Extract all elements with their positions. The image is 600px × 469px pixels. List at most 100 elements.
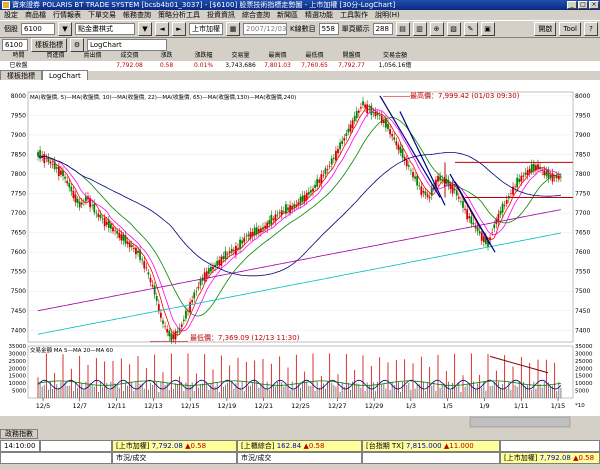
candle-body: [530, 164, 533, 173]
candle-body: [314, 184, 316, 188]
draw-icon[interactable]: ✎: [463, 22, 478, 36]
maximize-button[interactable]: □: [578, 1, 588, 9]
candle-body: [470, 216, 473, 224]
candle-body: [239, 239, 241, 249]
close-button[interactable]: ×: [589, 1, 599, 9]
candle-body: [437, 175, 439, 182]
y-tick-left: 7600: [11, 249, 26, 256]
candle-body: [66, 180, 69, 184]
candle-body: [278, 212, 281, 214]
candle-body: [357, 110, 360, 113]
zoom-icon[interactable]: ⊕: [429, 22, 444, 36]
y-tick-left: 7650: [11, 230, 26, 237]
candle-body: [464, 208, 466, 210]
next-icon[interactable]: ►: [172, 22, 186, 36]
candle-body: [478, 231, 481, 234]
candle-icon[interactable]: ▥: [412, 22, 427, 36]
candle-body: [72, 190, 75, 199]
k-count-input[interactable]: 558: [318, 23, 339, 35]
menu-item-invest-info[interactable]: 投資資訊: [207, 10, 235, 20]
vol-tick-left: 10000: [9, 381, 27, 387]
status-futures: [台指期 TX] 7,815.000 ▲11.000: [362, 440, 500, 452]
candle-body: [287, 207, 289, 211]
candle-body: [528, 168, 531, 173]
candle-body: [120, 234, 123, 241]
ruler-icon[interactable]: ▧: [446, 22, 461, 36]
y-tick-right: 7500: [575, 288, 590, 295]
dropdown-arrow-icon[interactable]: ▼: [138, 22, 152, 36]
symbol-input[interactable]: 6100: [21, 23, 55, 35]
candle-body: [270, 214, 273, 225]
candle-body: [399, 146, 402, 153]
header-ask: 賣出價: [83, 52, 102, 59]
status-index-label[interactable]: 政務指數: [0, 428, 38, 439]
chart-type-icon[interactable]: ▤: [395, 22, 410, 36]
candle-body: [330, 158, 333, 165]
period-select[interactable]: 上市加權: [189, 23, 223, 35]
candle-body: [499, 210, 502, 215]
chart-mode-select[interactable]: LogChart: [87, 38, 167, 51]
candle-body: [414, 176, 416, 179]
menu-item-news[interactable]: 新聞區: [277, 10, 298, 20]
menu-item-tools[interactable]: 工具製作: [340, 10, 368, 20]
prev-icon[interactable]: ◄: [155, 22, 169, 36]
candle-body: [545, 171, 548, 176]
tab-logchart[interactable]: LogChart: [42, 70, 88, 80]
candle-body: [45, 158, 48, 159]
candle-body: [493, 224, 496, 229]
menu-item-help[interactable]: 說明(H): [375, 10, 400, 20]
dropdown-arrow-icon[interactable]: ▼: [58, 22, 72, 36]
y-tick-right: 7600: [575, 249, 590, 256]
menu-item-featured[interactable]: 精選功能: [305, 10, 333, 20]
settings-icon[interactable]: ⚙: [70, 37, 84, 52]
print-icon[interactable]: ▣: [480, 22, 495, 36]
candle-body: [310, 190, 312, 193]
vol-tick-right: 25000: [575, 359, 593, 365]
open-button[interactable]: 開啟: [534, 22, 557, 36]
header-time: 時間: [12, 52, 25, 59]
candle-body: [99, 215, 102, 219]
scrollbar-thumb[interactable]: [469, 416, 571, 428]
candle-body: [472, 222, 475, 225]
taiex-name: [上市加權]: [116, 442, 150, 450]
candle-body: [95, 212, 98, 214]
help-icon[interactable]: ?: [584, 22, 598, 36]
candle-body: [80, 202, 83, 205]
tab-indicator-template[interactable]: 樣板指標: [0, 70, 42, 80]
candle-body: [193, 292, 196, 299]
futures-change: 11.000: [449, 442, 474, 450]
calendar-icon[interactable]: ▦: [226, 22, 240, 36]
menu-item-strategy[interactable]: 策略分析工具: [158, 10, 200, 20]
otc-value: 162.84: [276, 442, 302, 450]
vol-tick-left: 25000: [9, 359, 27, 365]
mode-select[interactable]: 點金畫棋式: [75, 23, 135, 35]
date-input[interactable]: 2007/12/03: [243, 23, 287, 35]
screen-count-input[interactable]: 288: [372, 23, 393, 35]
candle-body: [147, 272, 150, 275]
price-chart[interactable]: 7400 7400 7450 7450 7500 7500 7550 7550 7600 7600…: [0, 80, 600, 428]
y-tick-right: 7950: [575, 112, 590, 119]
menu-item-orders[interactable]: 下單交易: [88, 10, 116, 20]
x-tick-label: 12/29: [365, 402, 384, 410]
candle-body: [407, 165, 410, 167]
high-annotation: 最高價：7,999.42 (01/03 09:30): [410, 91, 520, 100]
candle-body: [74, 194, 77, 203]
tool-button[interactable]: Tool: [559, 22, 581, 36]
indicator-template-button[interactable]: 樣板指標: [31, 37, 67, 52]
y-tick-right: 7850: [575, 152, 590, 159]
candle-body: [501, 203, 504, 213]
menu-item-account[interactable]: 帳務查詢: [123, 10, 151, 20]
menu-item-query[interactable]: 綜合查詢: [242, 10, 270, 20]
watch-label: 個股: [4, 25, 18, 33]
candle-body: [382, 120, 385, 123]
header-change-pct: 漲跌幅: [194, 52, 213, 59]
candle-body: [362, 101, 364, 106]
menu-item-settings[interactable]: 設定: [4, 10, 18, 20]
code-input[interactable]: 6100: [2, 38, 28, 51]
menu-item-quotes[interactable]: 行情報表: [53, 10, 81, 20]
menu-item-products[interactable]: 商品檔: [25, 10, 46, 20]
status-market-label: 市況/成交: [112, 452, 237, 464]
candle-body: [189, 302, 191, 313]
minimize-button[interactable]: _: [567, 1, 577, 9]
y-tick-right: 8000: [575, 93, 590, 100]
